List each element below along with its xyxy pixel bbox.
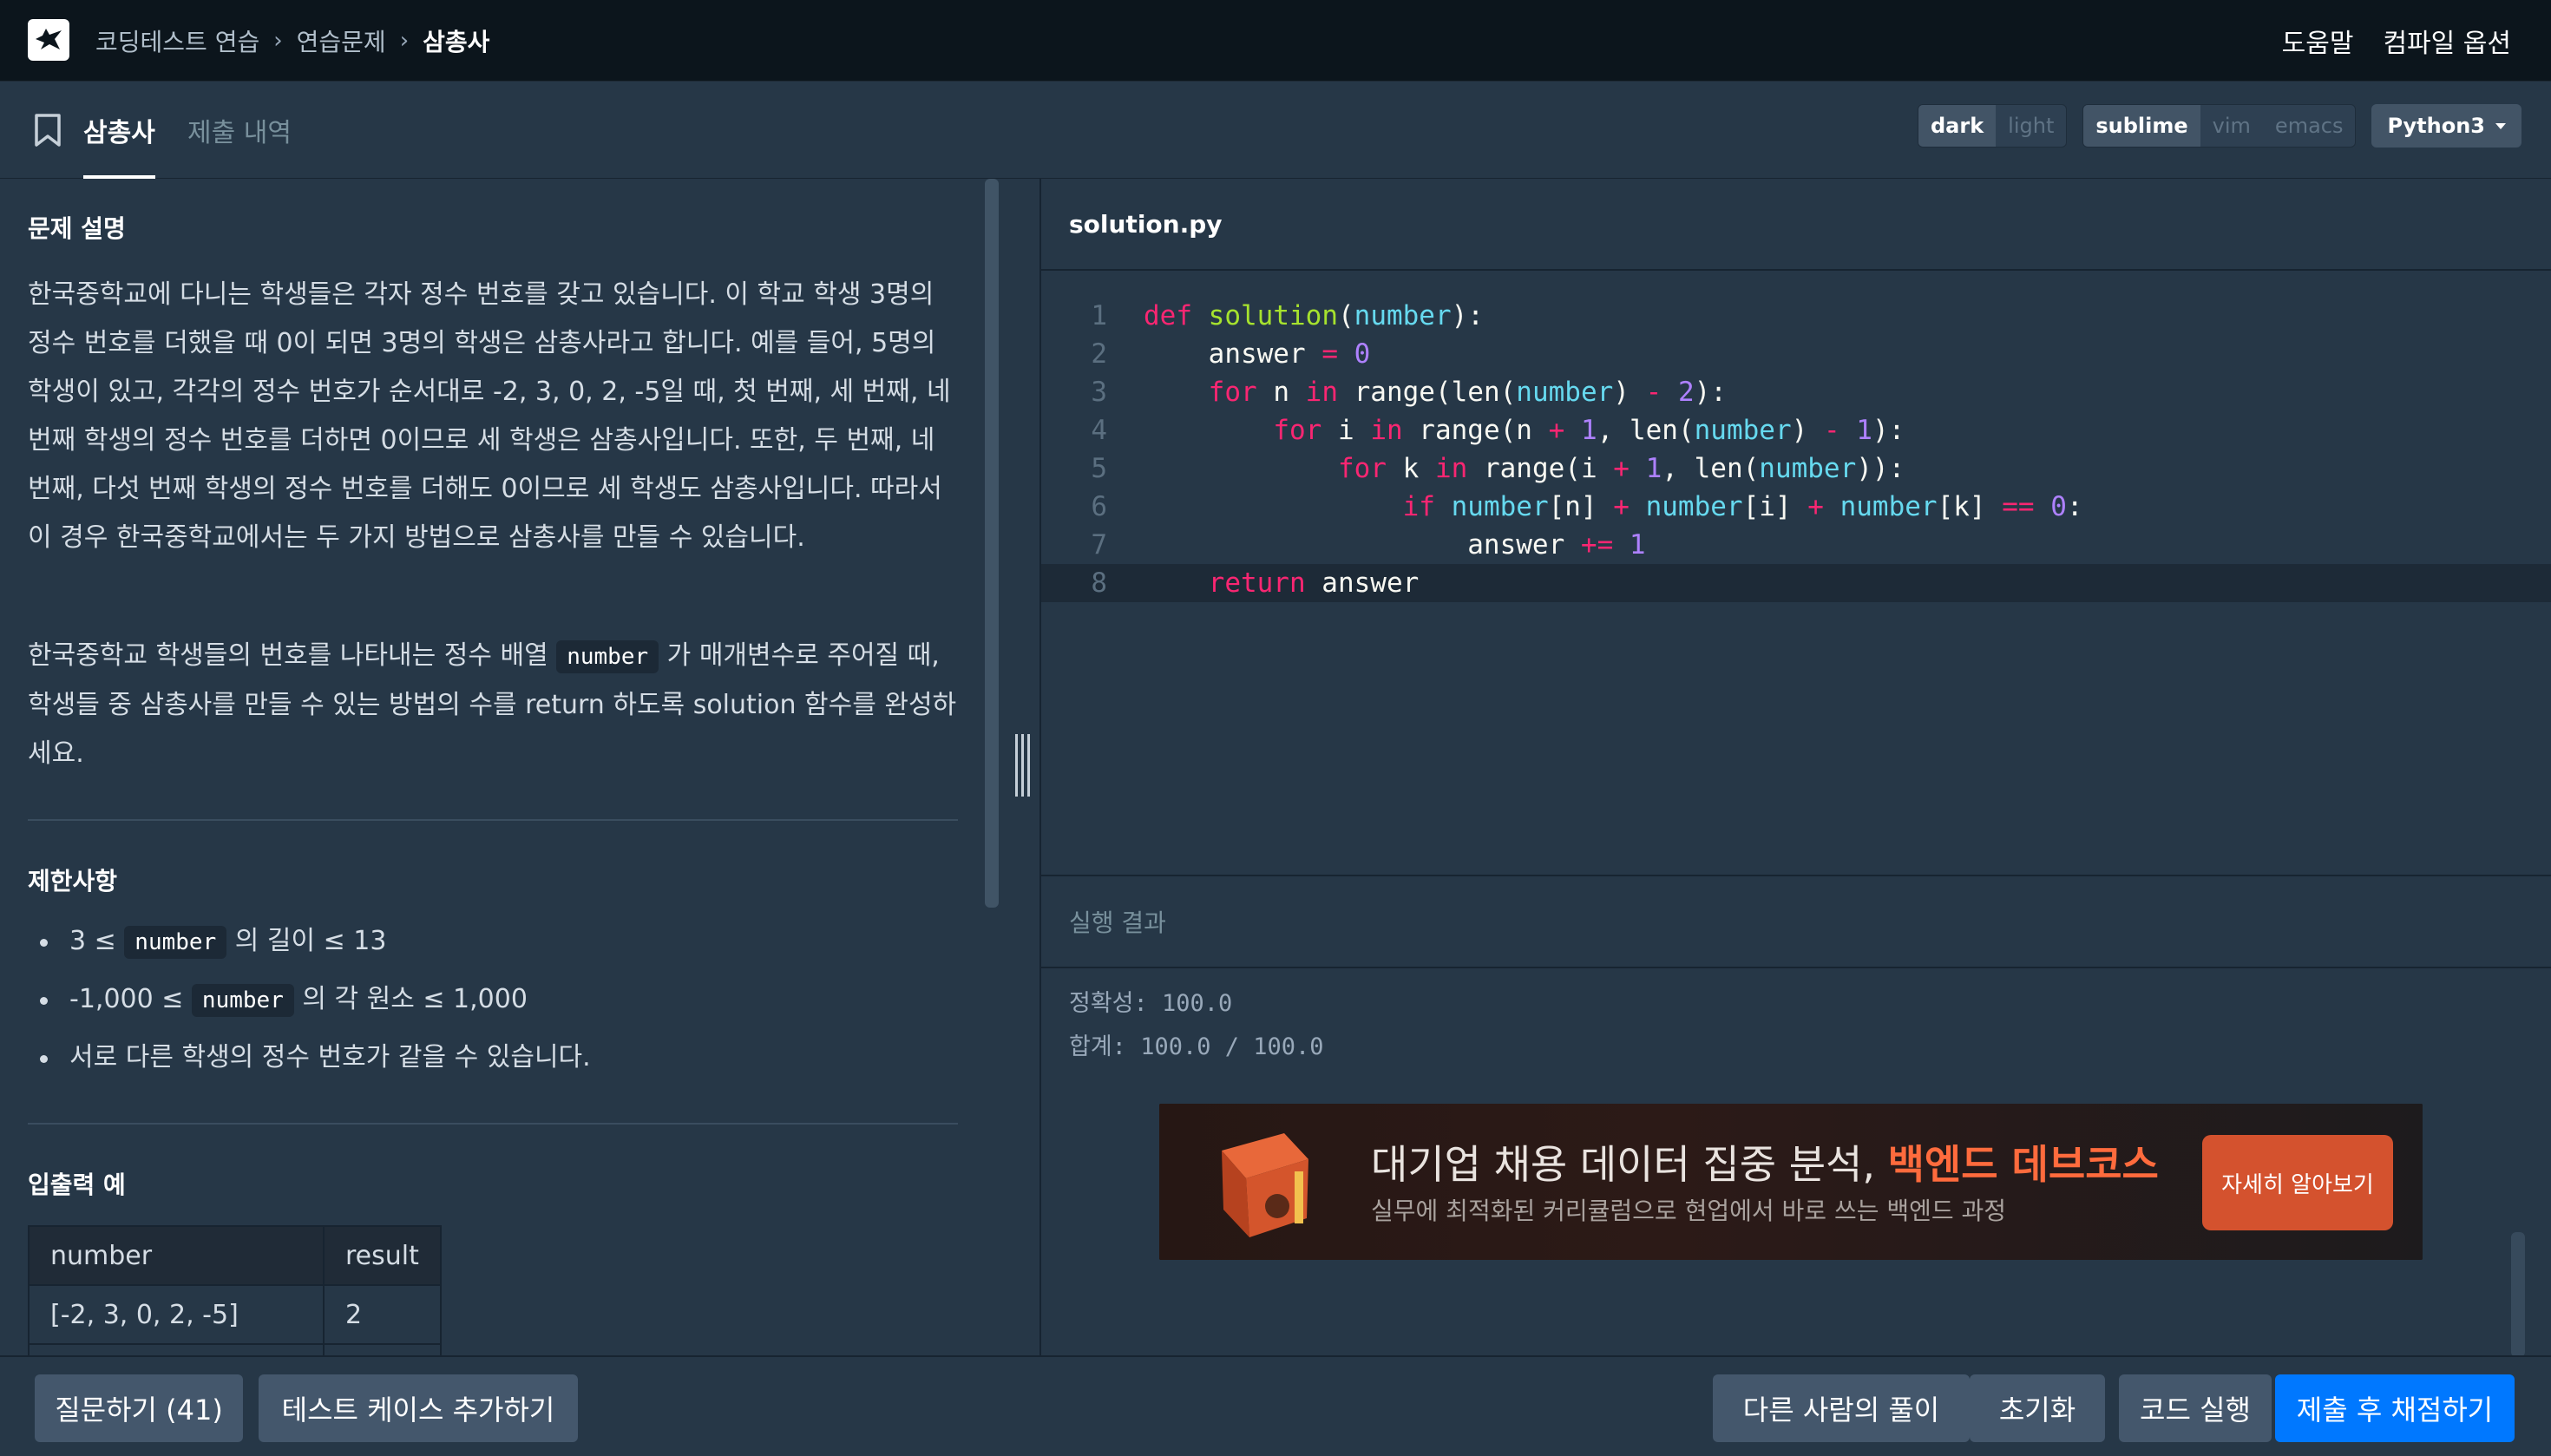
- task-text-before: 한국중학교 학생들의 번호를 나타내는 정수 배열: [28, 640, 557, 671]
- total-line: 합계: 100.0 / 100.0: [1069, 1033, 1324, 1060]
- banner-subtitle: 실무에 최적화된 커리큘럼으로 현업에서 바로 쓰는 백엔드 과정: [1371, 1197, 2007, 1225]
- breadcrumb-practice[interactable]: 연습문제: [297, 23, 386, 58]
- code-line[interactable]: 2 answer = 0: [1041, 335, 2551, 373]
- code-line[interactable]: 6 if number[n] + number[i] + number[k] =…: [1041, 488, 2551, 526]
- keymap-emacs-option[interactable]: emacs: [2263, 105, 2356, 147]
- constraint-item: 3 ≤ number 의 길이 ≤ 13: [0, 913, 958, 971]
- run-code-button[interactable]: 코드 실행: [2119, 1374, 2272, 1442]
- banner-title-highlight: 백엔드 데브코스: [1887, 1141, 2159, 1188]
- theme-toggle: dark light: [1918, 104, 2068, 148]
- constraint-item: -1,000 ≤ number 의 각 원소 ≤ 1,000: [0, 971, 958, 1029]
- language-select[interactable]: Python3: [2371, 104, 2521, 148]
- result-panel: 실행 결과 정확성: 100.0 합계: 100.0 / 100.0 대기업 채…: [1039, 875, 2551, 1357]
- constraints-title: 제한사항: [28, 867, 118, 895]
- panel-resize-handle[interactable]: [1013, 734, 1033, 797]
- code-line[interactable]: 1 def solution(number):: [1041, 297, 2551, 335]
- table-cell: [-2, 3, 0, 2, -5]: [28, 1284, 325, 1345]
- constraints-list: 3 ≤ number 의 길이 ≤ 13 -1,000 ≤ number 의 각…: [0, 913, 958, 1086]
- keymap-toggle: sublime vim emacs: [2082, 104, 2357, 148]
- code-editor[interactable]: 1 def solution(number): 2 answer = 0 3 fo…: [1041, 297, 2551, 602]
- param-code: number: [556, 640, 659, 673]
- breadcrumb: 코딩테스트 연습 › 연습문제 › 삼총사: [95, 0, 489, 82]
- tab-bar: 삼총사 제출 내역 dark light sublime vim emacs P…: [0, 82, 2551, 179]
- accuracy-line: 정확성: 100.0: [1069, 990, 1233, 1017]
- param-code: number: [124, 926, 227, 959]
- result-title: 실행 결과: [1069, 908, 1166, 937]
- editor-options: dark light sublime vim emacs Python3: [1918, 104, 2521, 148]
- table-cell: [323, 1343, 442, 1355]
- io-title: 입출력 예: [28, 1171, 126, 1199]
- language-select-value: Python3: [2387, 114, 2485, 138]
- param-code: number: [191, 984, 294, 1017]
- help-link[interactable]: 도움말: [2282, 22, 2354, 60]
- breadcrumb-coding-test[interactable]: 코딩테스트 연습: [95, 23, 259, 58]
- ask-question-button[interactable]: 질문하기 (41): [35, 1374, 243, 1442]
- ad-banner[interactable]: 대기업 채용 데이터 집중 분석, 백엔드 데브코스 실무에 최적화된 커리큘럼…: [1159, 1104, 2423, 1260]
- file-tab: solution.py: [1041, 179, 2551, 271]
- theme-light-option[interactable]: light: [1996, 105, 2066, 147]
- chevron-right-icon: ›: [399, 28, 410, 54]
- result-header: 실행 결과: [1041, 876, 2551, 968]
- table-cell: 2: [323, 1284, 442, 1345]
- problem-scrollbar[interactable]: [985, 179, 999, 908]
- task-text: 한국중학교 학생들의 번호를 나타내는 정수 배열 number 가 매개변수로…: [28, 632, 958, 778]
- keymap-vim-option[interactable]: vim: [2200, 105, 2263, 147]
- compile-options-link[interactable]: 컴파일 옵션: [2383, 22, 2511, 60]
- banner-title: 대기업 채용 데이터 집중 분석, 백엔드 데브코스: [1371, 1141, 2159, 1188]
- io-example-table: number result [-2, 3, 0, 2, -5] 2: [28, 1225, 442, 1355]
- code-line[interactable]: 7 answer += 1: [1041, 526, 2551, 564]
- theme-dark-option[interactable]: dark: [1918, 105, 1997, 147]
- tab-submissions[interactable]: 제출 내역: [187, 82, 292, 179]
- table-header-cell: number: [28, 1225, 325, 1286]
- add-test-case-button[interactable]: 테스트 케이스 추가하기: [259, 1374, 578, 1442]
- keymap-sublime-option[interactable]: sublime: [2083, 105, 2200, 147]
- file-name: solution.py: [1069, 210, 1223, 239]
- table-cell: [28, 1343, 325, 1355]
- section-divider: [28, 819, 958, 821]
- code-line[interactable]: 4 for i in range(n + 1, len(number) - 1)…: [1041, 411, 2551, 449]
- chevron-right-icon: ›: [273, 28, 283, 54]
- table-header-cell: result: [323, 1225, 442, 1286]
- top-navbar: 코딩테스트 연습 › 연습문제 › 삼총사 도움말 컴파일 옵션: [0, 0, 2551, 82]
- others-solutions-button[interactable]: 다른 사람의 풀이: [1713, 1374, 1970, 1442]
- breadcrumb-current: 삼총사: [423, 28, 490, 56]
- section-divider: [28, 1123, 958, 1125]
- banner-learn-more-button[interactable]: 자세히 알아보기: [2202, 1135, 2393, 1230]
- problem-panel: 문제 설명 한국중학교에 다니는 학생들은 각자 정수 번호를 갖고 있습니다.…: [0, 179, 982, 1355]
- table-row: [28, 1343, 442, 1355]
- reset-button[interactable]: 초기화: [1970, 1374, 2105, 1442]
- bookmark-icon[interactable]: [33, 113, 62, 148]
- tab-problem[interactable]: 삼총사: [83, 82, 155, 179]
- table-header-row: number result: [28, 1225, 442, 1286]
- submit-button[interactable]: 제출 후 채점하기: [2275, 1374, 2515, 1442]
- result-scrollbar[interactable]: [2511, 1232, 2525, 1357]
- code-editor-panel: solution.py 1 def solution(number): 2 ans…: [1039, 179, 2551, 875]
- bottom-action-bar: 질문하기 (41) 테스트 케이스 추가하기 다른 사람의 풀이 초기화 코드 …: [0, 1355, 2551, 1456]
- nav-right: 도움말 컴파일 옵션: [2282, 0, 2511, 82]
- programmers-logo-icon[interactable]: [28, 19, 69, 61]
- spring-boot-box-icon: [1222, 1133, 1308, 1237]
- code-line-current[interactable]: 8 return answer: [1041, 564, 2551, 602]
- result-output: 정확성: 100.0 합계: 100.0 / 100.0: [1069, 982, 1324, 1069]
- description-title: 문제 설명: [28, 214, 126, 243]
- code-line[interactable]: 3 for n in range(len(number) - 2):: [1041, 373, 2551, 411]
- code-line[interactable]: 5 for k in range(i + 1, len(number)):: [1041, 449, 2551, 488]
- caret-down-icon: [2495, 122, 2506, 129]
- constraint-item: 서로 다른 학생의 정수 번호가 같을 수 있습니다.: [0, 1029, 958, 1086]
- description-text: 한국중학교에 다니는 학생들은 각자 정수 번호를 갖고 있습니다. 이 학교 …: [28, 279, 951, 553]
- table-row: [-2, 3, 0, 2, -5] 2: [28, 1284, 442, 1345]
